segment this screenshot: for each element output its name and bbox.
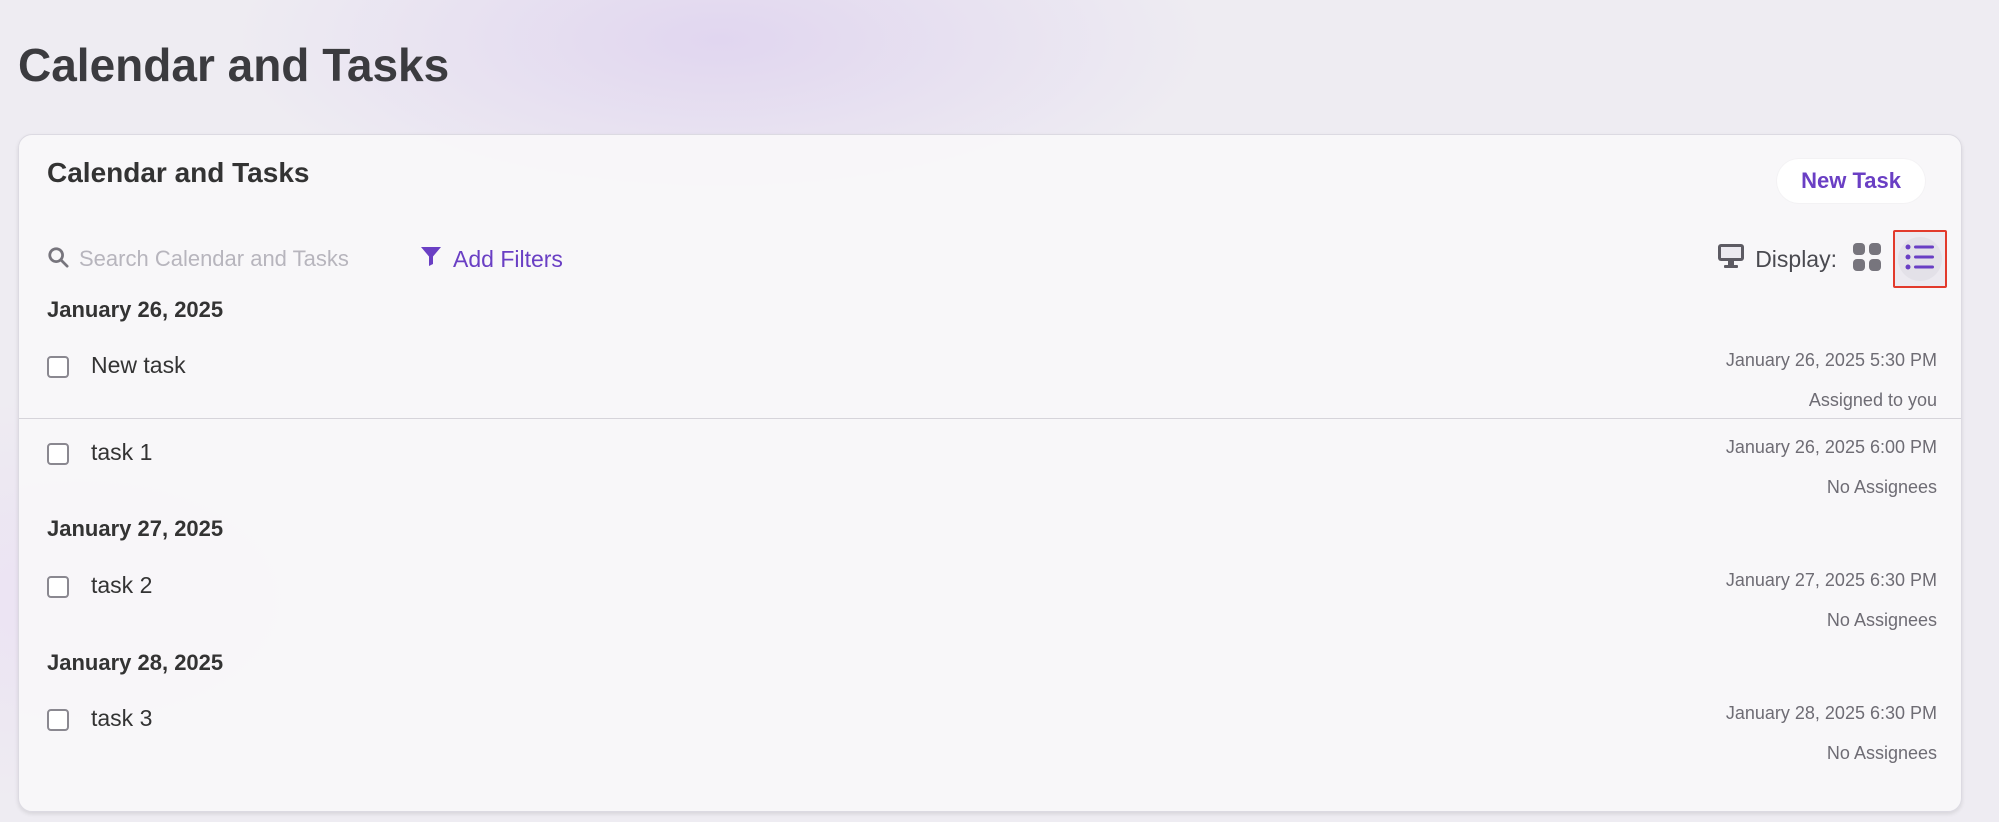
new-task-button[interactable]: New Task — [1777, 159, 1925, 203]
task-checkbox[interactable] — [47, 356, 69, 378]
search-icon — [47, 246, 69, 273]
display-label: Display: — [1755, 245, 1837, 272]
display-label-group: Display: — [1717, 243, 1837, 275]
task-row[interactable]: task 1 January 26, 2025 6:00 PM No Assig… — [19, 421, 1961, 505]
task-checkbox[interactable] — [47, 709, 69, 731]
task-name[interactable]: task 1 — [91, 439, 152, 466]
monitor-icon — [1717, 243, 1745, 275]
add-filters-button[interactable]: Add Filters — [419, 231, 563, 287]
list-icon — [1905, 243, 1935, 276]
add-filters-label: Add Filters — [453, 245, 563, 272]
calendar-tasks-card: Calendar and Tasks New Task Add Filters … — [18, 134, 1962, 812]
grid-view-button[interactable] — [1849, 241, 1885, 277]
page-title: Calendar and Tasks — [18, 39, 450, 91]
task-name[interactable]: task 3 — [91, 705, 152, 732]
task-assignee: Assigned to you — [1808, 390, 1937, 410]
task-datetime: January 28, 2025 6:30 PM — [1725, 703, 1937, 723]
task-datetime: January 26, 2025 5:30 PM — [1725, 350, 1937, 370]
task-assignee: No Assignees — [1826, 610, 1937, 630]
task-datetime: January 27, 2025 6:30 PM — [1725, 570, 1937, 590]
search-input[interactable] — [77, 245, 381, 273]
list-view-active-bg — [1898, 237, 1942, 281]
list-view-button[interactable] — [1893, 230, 1947, 288]
task-name[interactable]: New task — [91, 352, 186, 379]
task-row[interactable]: task 3 January 28, 2025 6:30 PM No Assig… — [19, 687, 1961, 771]
display-toggle: Display: — [1717, 230, 1947, 288]
card-title: Calendar and Tasks — [47, 157, 310, 188]
grid-icon — [1852, 242, 1882, 277]
date-header: January 28, 2025 — [47, 650, 224, 675]
task-row[interactable]: New task January 26, 2025 5:30 PM Assign… — [19, 334, 1961, 419]
task-assignee: No Assignees — [1826, 743, 1937, 763]
task-row[interactable]: task 2 January 27, 2025 6:30 PM No Assig… — [19, 554, 1961, 638]
task-checkbox[interactable] — [47, 443, 69, 465]
search-box — [47, 231, 381, 287]
task-datetime: January 26, 2025 6:00 PM — [1725, 437, 1937, 457]
task-name[interactable]: task 2 — [91, 572, 152, 599]
filter-icon — [419, 244, 443, 274]
task-assignee: No Assignees — [1826, 477, 1937, 497]
date-header: January 26, 2025 — [47, 297, 224, 322]
date-header: January 27, 2025 — [47, 516, 224, 541]
task-checkbox[interactable] — [47, 576, 69, 598]
toolbar: Add Filters Display: — [47, 230, 1947, 288]
